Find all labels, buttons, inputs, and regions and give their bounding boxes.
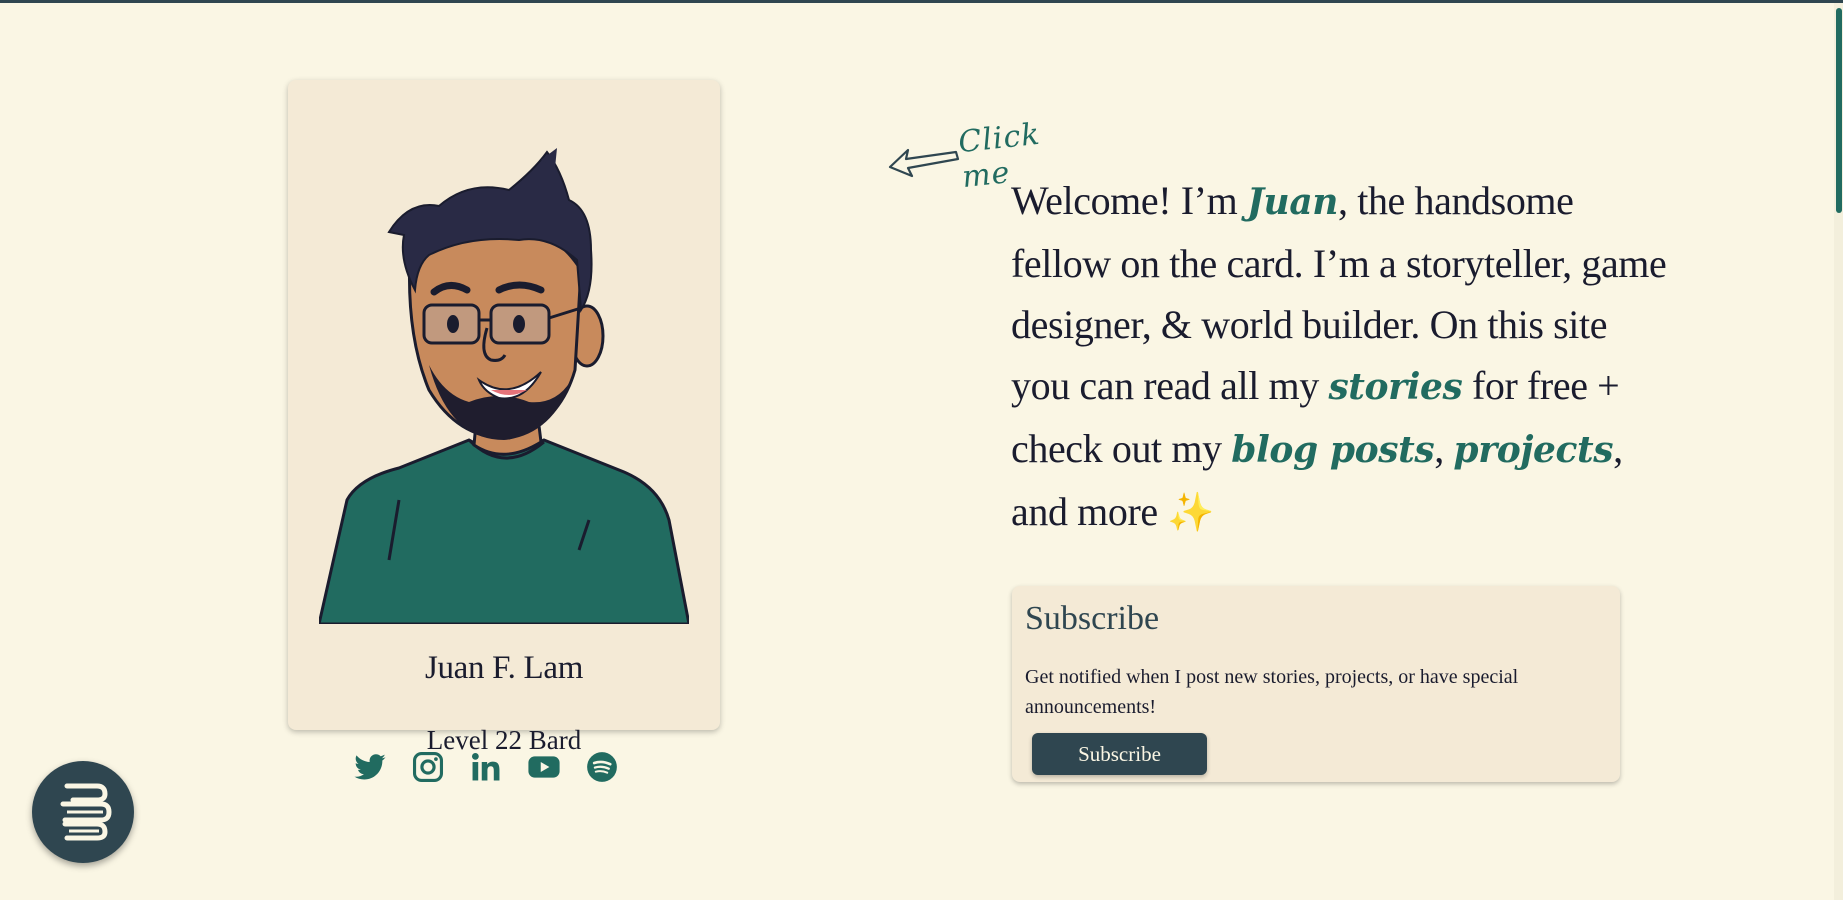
intro-text: , [1434,426,1454,471]
instagram-link[interactable] [410,749,446,785]
twitter-icon [354,754,386,780]
twitter-link[interactable] [352,749,388,785]
linkedin-icon [471,752,500,781]
youtube-link[interactable] [526,749,562,785]
site-logo-button[interactable] [32,761,134,863]
spotify-icon [587,752,617,782]
subscribe-description: Get notified when I post new stories, pr… [1025,666,1519,718]
books-logo-icon [60,783,112,841]
projects-link[interactable]: projects [1453,429,1613,471]
top-border [0,0,1843,3]
character-name: Juan F. Lam [424,650,584,686]
blog-posts-link[interactable]: blog posts [1231,429,1434,471]
about-link[interactable]: Juan [1247,181,1339,223]
scrollbar[interactable] [1834,3,1843,900]
intro-text: Welcome! I’m [1011,178,1247,223]
character-card[interactable]: Juan F. Lam Level 22 Bard [288,80,720,755]
scrollbar-thumb[interactable] [1836,8,1842,213]
subscribe-title: Subscribe [1025,600,1160,637]
linkedin-link[interactable] [468,749,504,785]
instagram-icon [412,751,444,783]
stories-link[interactable]: stories [1328,366,1462,408]
social-links [352,747,620,787]
sparkle-icon: ✨ [1167,492,1215,534]
subscribe-box: Subscribe Get notified when I post new s… [1012,586,1620,782]
intro-paragraph: Welcome! I’m Juan, the handsome fellow o… [1011,170,1671,544]
spotify-link[interactable] [584,749,620,785]
avatar-portrait[interactable] [319,140,689,624]
arrow-left-icon [888,148,960,178]
youtube-icon [528,756,560,778]
subscribe-button[interactable]: Subscribe [1032,733,1207,775]
